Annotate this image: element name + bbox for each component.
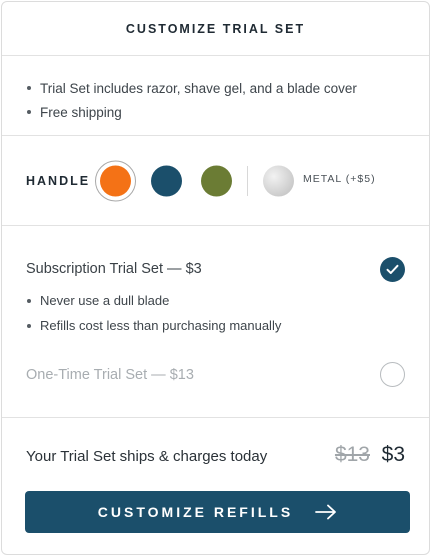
list-item: Free shipping [26,100,405,124]
bullet-icon [27,110,31,114]
swatch-navy-option[interactable] [151,165,182,196]
metal-label: METAL (+$5) [303,173,376,185]
plan-one-time-radio[interactable] [380,362,405,387]
list-item-text: Free shipping [40,104,122,120]
includes-list: Trial Set includes razor, shave gel, and… [2,56,429,136]
swatch-divider [247,166,248,196]
plan-subscription-title[interactable]: Subscription Trial Set — $3 [26,261,202,277]
trial-set-card: CUSTOMIZE TRIAL SET Trial Set includes r… [1,1,430,555]
cta-label: CUSTOMIZE REFILLS [97,504,294,520]
checkmark-icon [386,264,399,274]
list-item-text: Never use a dull blade [40,293,170,308]
bullet-icon [27,323,31,328]
swatch-orange-option[interactable] [95,160,136,201]
list-item-text: Refills cost less than purchasing manual… [40,318,282,333]
card-header: CUSTOMIZE TRIAL SET [2,2,429,56]
old-price: $13 [334,443,370,466]
list-item-text: Trial Set includes razor, shave gel, and… [40,80,357,96]
customize-refills-button[interactable]: CUSTOMIZE REFILLS [25,491,410,533]
bullet-icon [27,298,31,303]
plan-one-time-title[interactable]: One-Time Trial Set — $13 [26,367,194,383]
handle-label: HANDLE [26,173,91,188]
new-price: $3 [381,443,405,466]
plan-subscription-radio[interactable] [380,257,405,282]
swatch-olive[interactable] [201,165,232,196]
handle-selector: HANDLE METAL (+$5) [2,136,429,226]
list-item: Never use a dull blade [26,288,281,313]
order-summary: Your Trial Set ships & charges today $13… [2,418,429,554]
swatch-metal[interactable] [263,165,294,196]
swatch-orange[interactable] [100,165,131,196]
plan-subscription-benefits: Never use a dull blade Refills cost less… [26,288,281,338]
swatch-olive-option[interactable] [201,165,232,196]
total-text: Your Trial Set ships & charges today [26,448,268,465]
bullet-icon [27,86,31,90]
page-title: CUSTOMIZE TRIAL SET [125,21,306,36]
swatch-navy[interactable] [151,165,182,196]
list-item: Trial Set includes razor, shave gel, and… [26,76,405,100]
swatch-metal-option[interactable] [263,165,294,196]
list-item: Refills cost less than purchasing manual… [26,313,281,338]
plan-options: Subscription Trial Set — $3 Never use a … [2,226,429,418]
selected-ring [95,160,136,201]
arrow-right-icon [315,504,337,520]
